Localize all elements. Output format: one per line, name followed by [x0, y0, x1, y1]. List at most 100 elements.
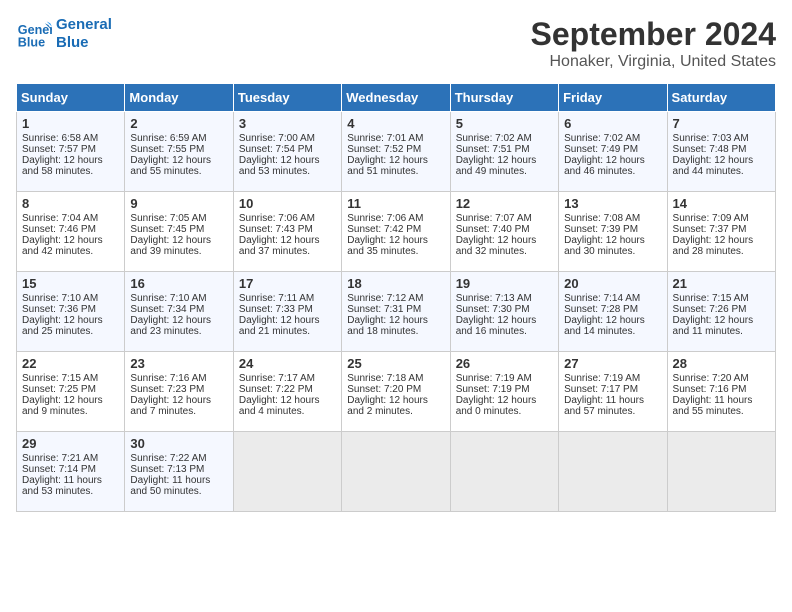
cell-info-line: and 50 minutes.	[130, 486, 227, 497]
cell-info-line: Daylight: 12 hours	[22, 235, 119, 246]
cell-info-line: Sunset: 7:37 PM	[673, 224, 770, 235]
cell-info-line: Sunset: 7:46 PM	[22, 224, 119, 235]
cell-info-line: Sunset: 7:42 PM	[347, 224, 444, 235]
cell-info-line: Sunrise: 6:58 AM	[22, 133, 119, 144]
logo-icon: General Blue	[16, 16, 52, 52]
calendar-cell: 29Sunrise: 7:21 AMSunset: 7:14 PMDayligh…	[17, 432, 125, 512]
cell-info-line: Sunset: 7:49 PM	[564, 144, 661, 155]
day-header-wednesday: Wednesday	[342, 84, 450, 112]
cell-info-line: and 14 minutes.	[564, 326, 661, 337]
cell-info-line: Sunset: 7:31 PM	[347, 304, 444, 315]
cell-info-line: and 55 minutes.	[673, 406, 770, 417]
cell-info-line: Sunset: 7:45 PM	[130, 224, 227, 235]
cell-info-line: Daylight: 12 hours	[456, 155, 553, 166]
calendar-cell: 1 Sunrise: 6:58 AMSunset: 7:57 PMDaylight…	[17, 112, 125, 192]
calendar-week-4: 22Sunrise: 7:15 AMSunset: 7:25 PMDayligh…	[17, 352, 776, 432]
calendar-cell: 17Sunrise: 7:11 AMSunset: 7:33 PMDayligh…	[233, 272, 341, 352]
cell-info-line: and 25 minutes.	[22, 326, 119, 337]
calendar-week-3: 15Sunrise: 7:10 AMSunset: 7:36 PMDayligh…	[17, 272, 776, 352]
calendar-cell: 19Sunrise: 7:13 AMSunset: 7:30 PMDayligh…	[450, 272, 558, 352]
cell-info-line: and 23 minutes.	[130, 326, 227, 337]
cell-info-line: Sunrise: 7:21 AM	[22, 453, 119, 464]
cell-info-line: Daylight: 12 hours	[22, 395, 119, 406]
cell-info-line: Sunset: 7:34 PM	[130, 304, 227, 315]
day-number: 23	[130, 356, 227, 371]
cell-info-line: and 37 minutes.	[239, 246, 336, 257]
cell-info-line: Sunrise: 7:14 AM	[564, 293, 661, 304]
calendar-cell: 18Sunrise: 7:12 AMSunset: 7:31 PMDayligh…	[342, 272, 450, 352]
cell-info-line: and 21 minutes.	[239, 326, 336, 337]
calendar-week-5: 29 Sunrise: 7:21 AMSunset: 7:14 PM Dayligh…	[17, 432, 776, 512]
cell-info-line: Sunrise: 7:11 AM	[239, 293, 336, 304]
cell-info-line: Sunrise: 7:04 AM	[22, 213, 119, 224]
cell-info-line: Sunrise: 7:19 AM	[564, 373, 661, 384]
cell-info-line: Daylight: 12 hours	[130, 235, 227, 246]
day-header-monday: Monday	[125, 84, 233, 112]
cell-info-line: Sunrise: 7:02 AM	[564, 133, 661, 144]
cell-info-line: Daylight: 12 hours	[564, 315, 661, 326]
cell-info-line: and 2 minutes.	[347, 406, 444, 417]
cell-info-line: Sunset: 7:28 PM	[564, 304, 661, 315]
cell-info-line: Daylight: 12 hours	[456, 235, 553, 246]
cell-info-line: Sunrise: 7:02 AM	[456, 133, 553, 144]
day-number: 1	[22, 116, 119, 131]
cell-info-line: Daylight: 12 hours	[673, 235, 770, 246]
calendar-cell	[342, 432, 450, 512]
cell-info-line: Sunrise: 7:15 AM	[22, 373, 119, 384]
day-number: 5	[456, 116, 553, 131]
day-number: 26	[456, 356, 553, 371]
calendar-cell: 3Sunrise: 7:00 AMSunset: 7:54 PMDaylight…	[233, 112, 341, 192]
day-header-tuesday: Tuesday	[233, 84, 341, 112]
cell-info-line: and 44 minutes.	[673, 166, 770, 177]
calendar-cell: 25Sunrise: 7:18 AMSunset: 7:20 PMDayligh…	[342, 352, 450, 432]
day-number: 13	[564, 196, 661, 211]
cell-info-line: Sunrise: 6:59 AM	[130, 133, 227, 144]
cell-info-line: Sunset: 7:23 PM	[130, 384, 227, 395]
day-number: 28	[673, 356, 770, 371]
cell-info-line: Sunset: 7:57 PM	[22, 144, 119, 155]
cell-info-line: Daylight: 12 hours	[239, 315, 336, 326]
cell-info-line: Daylight: 12 hours	[347, 235, 444, 246]
calendar-cell: 23Sunrise: 7:16 AMSunset: 7:23 PMDayligh…	[125, 352, 233, 432]
cell-info-line: and 58 minutes.	[22, 166, 119, 177]
day-header-friday: Friday	[559, 84, 667, 112]
cell-info-line: Sunrise: 7:05 AM	[130, 213, 227, 224]
cell-info-line: Sunrise: 7:06 AM	[239, 213, 336, 224]
cell-info-line: Daylight: 11 hours	[564, 395, 661, 406]
day-number: 29	[22, 436, 119, 451]
cell-info-line: Daylight: 11 hours	[673, 395, 770, 406]
logo-text-blue: Blue	[56, 34, 89, 51]
cell-info-line: Sunset: 7:14 PM	[22, 464, 119, 475]
cell-info-line: Sunset: 7:25 PM	[22, 384, 119, 395]
logo: General Blue General Blue	[16, 16, 112, 52]
day-number: 25	[347, 356, 444, 371]
cell-info-line: Daylight: 11 hours	[130, 475, 227, 486]
cell-info-line: Sunset: 7:22 PM	[239, 384, 336, 395]
cell-info-line: Sunset: 7:33 PM	[239, 304, 336, 315]
cell-info-line: Sunset: 7:26 PM	[673, 304, 770, 315]
day-number: 7	[673, 116, 770, 131]
calendar-cell: 7Sunrise: 7:03 AMSunset: 7:48 PMDaylight…	[667, 112, 775, 192]
calendar-cell: 10Sunrise: 7:06 AMSunset: 7:43 PMDayligh…	[233, 192, 341, 272]
day-number: 3	[239, 116, 336, 131]
cell-info-line: and 11 minutes.	[673, 326, 770, 337]
cell-info-line: Daylight: 12 hours	[22, 155, 119, 166]
cell-info-line: Sunset: 7:43 PM	[239, 224, 336, 235]
day-number: 10	[239, 196, 336, 211]
cell-info-line: Sunset: 7:17 PM	[564, 384, 661, 395]
page-subtitle: Honaker, Virginia, United States	[531, 53, 776, 71]
day-header-thursday: Thursday	[450, 84, 558, 112]
cell-info-line: and 46 minutes.	[564, 166, 661, 177]
cell-info-line: Sunrise: 7:12 AM	[347, 293, 444, 304]
cell-info-line: Daylight: 12 hours	[456, 395, 553, 406]
calendar-cell: 30Sunrise: 7:22 AMSunset: 7:13 PMDayligh…	[125, 432, 233, 512]
day-header-saturday: Saturday	[667, 84, 775, 112]
day-number: 9	[130, 196, 227, 211]
calendar-cell: 21Sunrise: 7:15 AMSunset: 7:26 PMDayligh…	[667, 272, 775, 352]
cell-info-line: Daylight: 12 hours	[347, 315, 444, 326]
calendar-table: SundayMondayTuesdayWednesdayThursdayFrid…	[16, 83, 776, 512]
cell-info-line: Sunrise: 7:13 AM	[456, 293, 553, 304]
cell-info-line: and 4 minutes.	[239, 406, 336, 417]
calendar-header-row: SundayMondayTuesdayWednesdayThursdayFrid…	[17, 84, 776, 112]
cell-info-line: Daylight: 12 hours	[22, 315, 119, 326]
